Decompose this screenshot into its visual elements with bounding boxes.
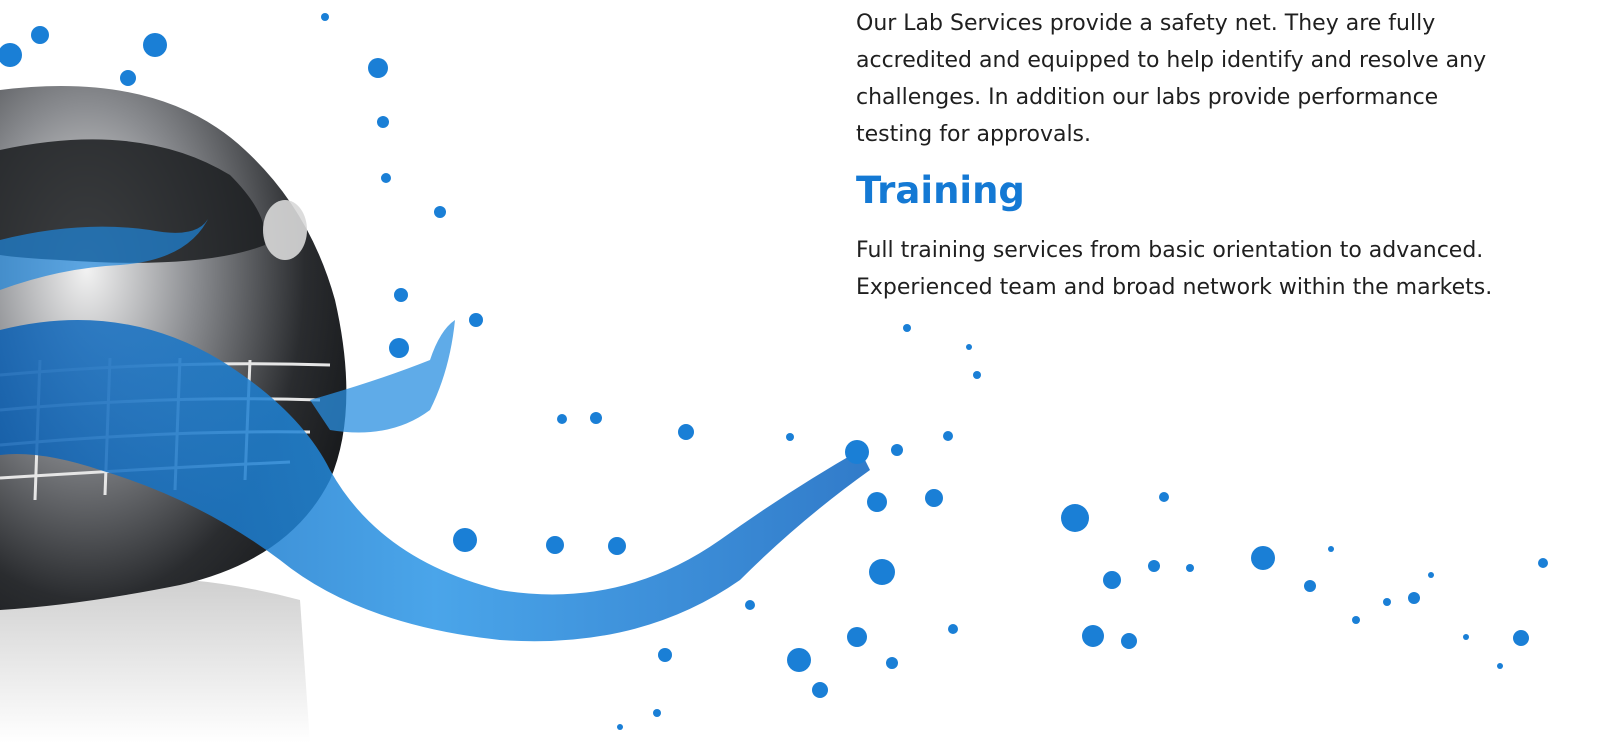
training-line: Experienced team and broad network withi…: [856, 275, 1493, 300]
lab-services-line: accredited and equipped to help identify…: [856, 48, 1487, 73]
content-column: Our Lab Services provide a safety net. T…: [856, 0, 1556, 306]
lab-services-line: Our Lab Services provide a safety net. T…: [856, 11, 1436, 36]
training-line: Full training services from basic orient…: [856, 238, 1484, 263]
lab-services-line: challenges. In addition our labs provide…: [856, 85, 1439, 110]
car-headlight: [263, 200, 307, 260]
lab-services-line: testing for approvals.: [856, 122, 1092, 147]
training-heading: Training: [856, 169, 1025, 212]
training-paragraph: Full training services from basic orient…: [856, 232, 1556, 306]
lab-services-paragraph: Our Lab Services provide a safety net. T…: [856, 5, 1556, 153]
